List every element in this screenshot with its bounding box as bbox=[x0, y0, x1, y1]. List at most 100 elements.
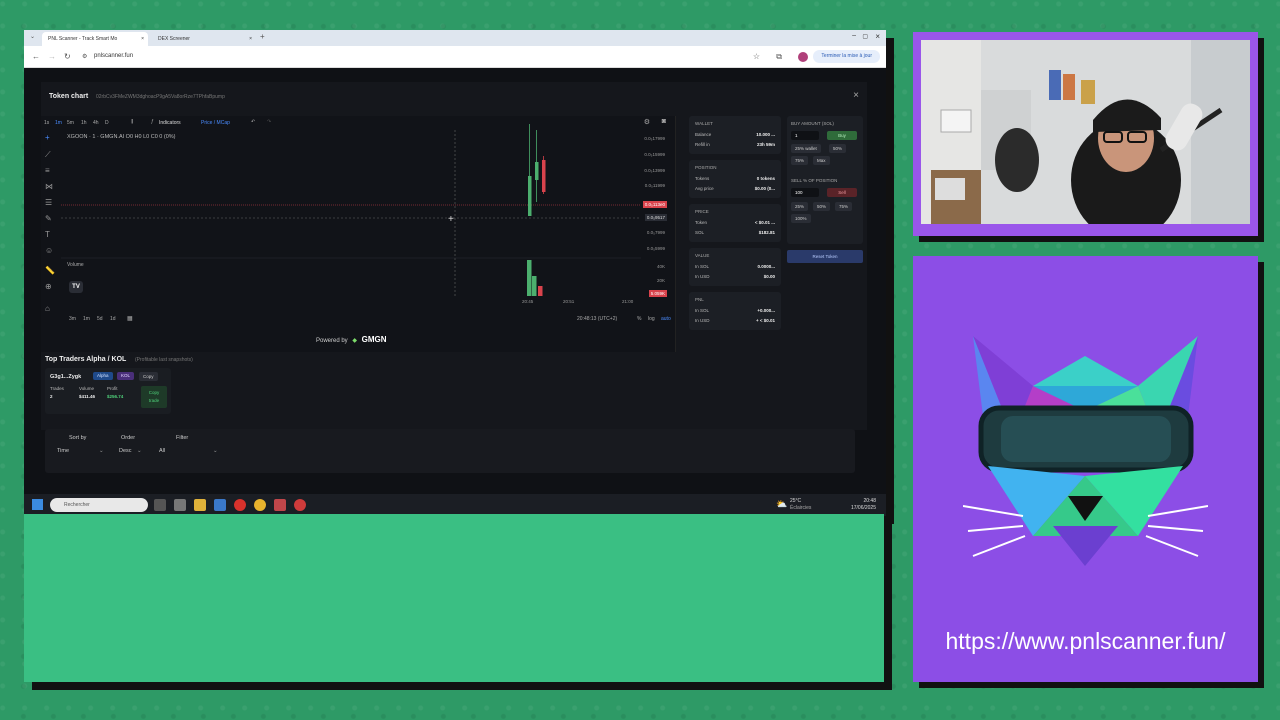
date-range-icon[interactable]: ▦ bbox=[127, 315, 133, 322]
tab-pnl-scanner[interactable]: PNL Scanner - Track Smart Mo × bbox=[42, 32, 148, 46]
back-icon[interactable]: ← bbox=[32, 52, 40, 61]
filter-select[interactable]: All bbox=[159, 448, 165, 454]
volume-badge: 5.059K bbox=[648, 290, 667, 297]
mail-icon[interactable] bbox=[214, 499, 226, 511]
avg-price-value: $0.00 (0... bbox=[754, 186, 775, 191]
powered-by-text: Powered by bbox=[316, 338, 348, 344]
filter-label: Filter bbox=[176, 435, 189, 441]
log-scale-toggle[interactable]: log bbox=[648, 316, 655, 322]
app-icon[interactable] bbox=[294, 499, 306, 511]
tab-label: DEX Screener bbox=[158, 36, 190, 42]
price-tick: 0.0₅5999 bbox=[646, 246, 665, 251]
order-label: Order bbox=[121, 435, 136, 441]
empty-green-panel bbox=[24, 514, 884, 682]
profile-avatar[interactable] bbox=[798, 52, 808, 62]
sell-button[interactable]: Sell bbox=[827, 188, 857, 197]
extensions-icon[interactable]: ⧉ bbox=[776, 52, 782, 62]
value-usd-label: In USD bbox=[695, 274, 710, 279]
maximize-icon[interactable]: ▢ bbox=[862, 33, 868, 40]
buy-preset-75[interactable]: 75% bbox=[791, 156, 809, 165]
update-button[interactable]: Terminer la mise à jour bbox=[813, 50, 880, 63]
modal-title: Token chart bbox=[49, 93, 89, 100]
taskbar-search-input[interactable]: Rechercher bbox=[50, 498, 148, 512]
buy-preset-50[interactable]: 50% bbox=[829, 144, 847, 153]
token-price-value: < $0.01 ... bbox=[754, 220, 775, 225]
minimize-icon[interactable]: – bbox=[852, 32, 856, 39]
webcam-scene-image bbox=[921, 40, 1250, 224]
sell-preset-25[interactable]: 25% bbox=[791, 202, 809, 211]
sell-amount-input[interactable]: 100 bbox=[791, 188, 819, 197]
chart-bottom-bar: 3m 1m 5d 1d ▦ 20:48:13 (UTC+2) % log aut… bbox=[41, 312, 676, 326]
file-explorer-icon[interactable] bbox=[194, 499, 206, 511]
pnl-usd-label: In USD bbox=[695, 318, 710, 323]
tab-label: PNL Scanner - Track Smart Mo bbox=[48, 36, 118, 42]
weather-desc: Éclaircies bbox=[790, 505, 812, 511]
new-tab-icon[interactable]: + bbox=[260, 32, 265, 41]
sell-preset-75[interactable]: 75% bbox=[835, 202, 853, 211]
chart-panel: 1s 1m 5m 1h 4h D ⫼ ƒ Indicators Price / … bbox=[41, 116, 676, 352]
range-1d[interactable]: 1d bbox=[110, 316, 116, 322]
forward-icon[interactable]: → bbox=[48, 52, 56, 61]
volume-bar bbox=[532, 276, 537, 296]
close-window-icon[interactable]: × bbox=[875, 32, 880, 41]
range-1m[interactable]: 1m bbox=[83, 316, 90, 322]
close-tab-icon[interactable]: × bbox=[249, 32, 252, 46]
tokens-label: Tokens bbox=[695, 176, 710, 181]
powered-brand: GMGN bbox=[361, 335, 387, 344]
volume-value: $411.46 bbox=[79, 394, 96, 399]
value-card: VALUE In SOL 0.0000... In USD $0.00 bbox=[689, 248, 781, 286]
buy-preset-max[interactable]: Max bbox=[813, 156, 830, 165]
sell-preset-50[interactable]: 50% bbox=[813, 202, 831, 211]
address-bar: ← → ↻ ⚙ pnlscanner.fun ☆ ⧉ Terminer la m… bbox=[24, 46, 886, 68]
traders-subtitle: (Profitable last snapshots) bbox=[135, 357, 193, 363]
order-select[interactable]: Desc bbox=[119, 448, 132, 454]
url-input[interactable]: pnlscanner.fun bbox=[94, 53, 133, 59]
range-5d[interactable]: 5d bbox=[97, 316, 103, 322]
volume-tick: 40K bbox=[656, 264, 665, 269]
brand-panel: https://www.pnlscanner.fun/ bbox=[913, 256, 1258, 682]
price-card: PRICE Token < $0.01 ... SOL $182.81 bbox=[689, 204, 781, 242]
reset-token-button[interactable]: Reset Token bbox=[787, 250, 863, 263]
value-title: VALUE bbox=[695, 253, 710, 258]
buy-button[interactable]: Buy bbox=[827, 131, 857, 140]
close-tab-icon[interactable]: × bbox=[141, 32, 144, 46]
opera-icon[interactable] bbox=[234, 499, 246, 511]
range-3m[interactable]: 3m bbox=[69, 316, 76, 322]
sol-price-label: SOL bbox=[695, 230, 705, 235]
reload-icon[interactable]: ↻ bbox=[64, 52, 71, 61]
buy-preset-25-wallet[interactable]: 25% wallet bbox=[791, 144, 821, 153]
windows-start-icon[interactable] bbox=[32, 499, 43, 510]
kol-badge: KOL bbox=[117, 372, 135, 380]
site-url-text: https://www.pnlscanner.fun/ bbox=[945, 628, 1226, 654]
price-title: PRICE bbox=[695, 209, 709, 214]
trades-label: Trades bbox=[50, 386, 64, 391]
volume-bar bbox=[527, 260, 532, 296]
copy-address-button[interactable]: Copy bbox=[139, 372, 158, 381]
widgets-icon[interactable] bbox=[174, 499, 186, 511]
chevron-down-icon: ⌄ bbox=[99, 448, 104, 454]
auto-scale-toggle[interactable]: auto bbox=[661, 316, 671, 322]
percent-scale-toggle[interactable]: % bbox=[637, 316, 641, 322]
buy-amount-input[interactable]: 1 bbox=[791, 131, 819, 140]
active-app-icon[interactable] bbox=[274, 499, 286, 511]
sell-preset-100[interactable]: 100% bbox=[791, 214, 811, 223]
windows-taskbar: Rechercher ⛅ 25°C Éclaircies 20:48 17/06… bbox=[24, 494, 886, 516]
bookmark-star-icon[interactable]: ☆ bbox=[753, 52, 760, 61]
cat-vr-logo-icon bbox=[963, 336, 1208, 566]
chart-canvas: + bbox=[61, 124, 641, 296]
copy-trade-button[interactable]: Copy trade bbox=[141, 386, 167, 408]
tab-bar: ⌄ PNL Scanner - Track Smart Mo × DEX Scr… bbox=[24, 30, 886, 46]
trader-name[interactable]: G3g1...Zygk bbox=[50, 374, 81, 380]
chrome-icon[interactable] bbox=[254, 499, 266, 511]
price-tick: 0.0₅17999 bbox=[644, 136, 665, 141]
value-usd: $0.00 bbox=[763, 274, 775, 279]
task-view-icon[interactable] bbox=[154, 499, 166, 511]
close-modal-button[interactable]: × bbox=[853, 90, 859, 101]
price-tick: 0.0₅11999 bbox=[644, 183, 665, 188]
site-info-icon[interactable]: ⚙ bbox=[82, 53, 87, 60]
sort-filter-bar: Sort by Time ⌄ Order Desc ⌄ Filter All ⌄ bbox=[45, 429, 855, 473]
pnl-usd: + < $0.01 bbox=[755, 318, 775, 323]
tab-dex-screener[interactable]: DEX Screener × bbox=[152, 32, 256, 46]
time-tick: 20:51 bbox=[563, 299, 575, 304]
tab-list-icon[interactable]: ⌄ bbox=[30, 33, 35, 40]
